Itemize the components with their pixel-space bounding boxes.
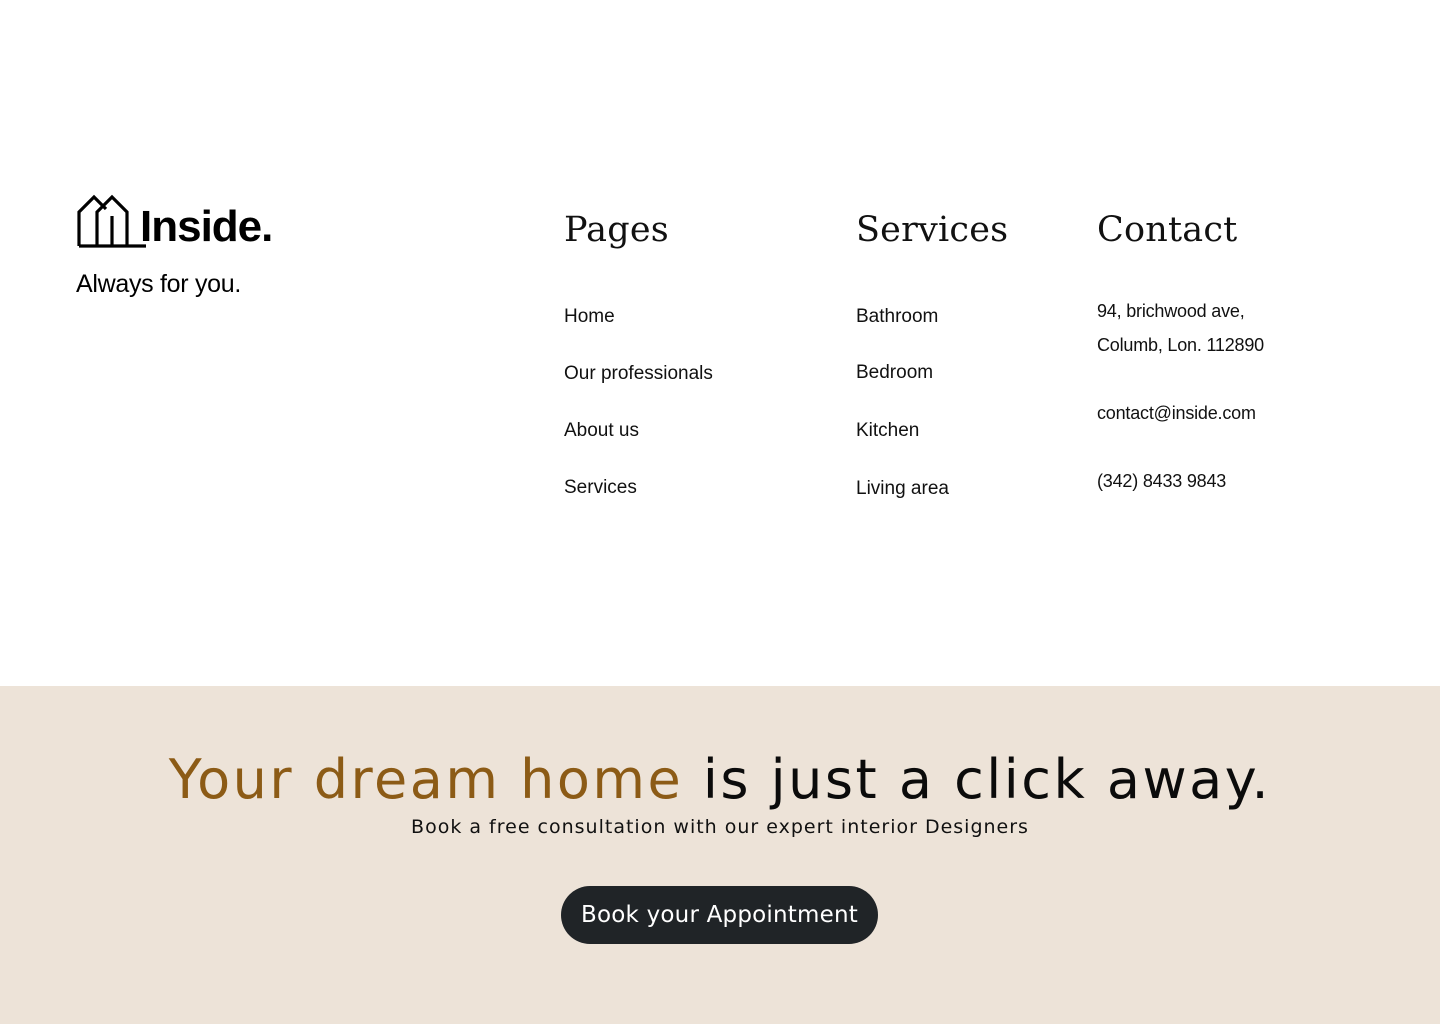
tagline: Always for you. — [76, 270, 242, 298]
contact-phone[interactable]: (342) 8433 9843 — [1097, 471, 1226, 492]
services-column: Services Bathroom Bedroom Kitchen Living… — [856, 210, 1009, 499]
pages-column: Pages Home Our professionals About us Se… — [564, 210, 713, 498]
book-appointment-button[interactable]: Book your Appointment — [561, 886, 878, 944]
footer-link-about-us[interactable]: About us — [564, 420, 639, 442]
cta-headline-accent: Your dream home — [168, 748, 684, 811]
footer-links-section: Inside. Always for you. Pages Home Our p… — [0, 0, 1440, 686]
service-link-bathroom[interactable]: Bathroom — [856, 306, 938, 328]
footer-link-services[interactable]: Services — [564, 477, 637, 499]
brand-block: Inside. Always for you. — [76, 192, 273, 298]
logo-wordmark: Inside. — [140, 202, 273, 251]
service-link-bedroom[interactable]: Bedroom — [856, 362, 933, 384]
cta-subtitle: Book a free consultation with our expert… — [411, 816, 1029, 838]
address-line-1: 94, brichwood ave, — [1097, 301, 1245, 321]
services-heading: Services — [856, 210, 1009, 250]
cta-headline: Your dream home is just a click away. — [0, 748, 1440, 811]
footer-link-our-professionals[interactable]: Our professionals — [564, 363, 713, 385]
cta-banner: Your dream home is just a click away. Bo… — [0, 686, 1440, 1024]
contact-column: Contact 94, brichwood ave, Columb, Lon. … — [1097, 210, 1264, 491]
footer-link-home[interactable]: Home — [564, 306, 615, 328]
contact-email-link[interactable]: contact@inside.com — [1097, 403, 1256, 424]
service-link-kitchen[interactable]: Kitchen — [856, 420, 919, 442]
logo[interactable]: Inside. — [76, 192, 273, 251]
contact-heading: Contact — [1097, 210, 1238, 250]
house-outline-icon — [77, 194, 146, 248]
address-line-2: Columb, Lon. 112890 — [1097, 335, 1264, 355]
service-link-living-area[interactable]: Living area — [856, 478, 949, 500]
pages-heading: Pages — [564, 210, 669, 250]
cta-headline-rest: is just a click away. — [683, 748, 1272, 811]
